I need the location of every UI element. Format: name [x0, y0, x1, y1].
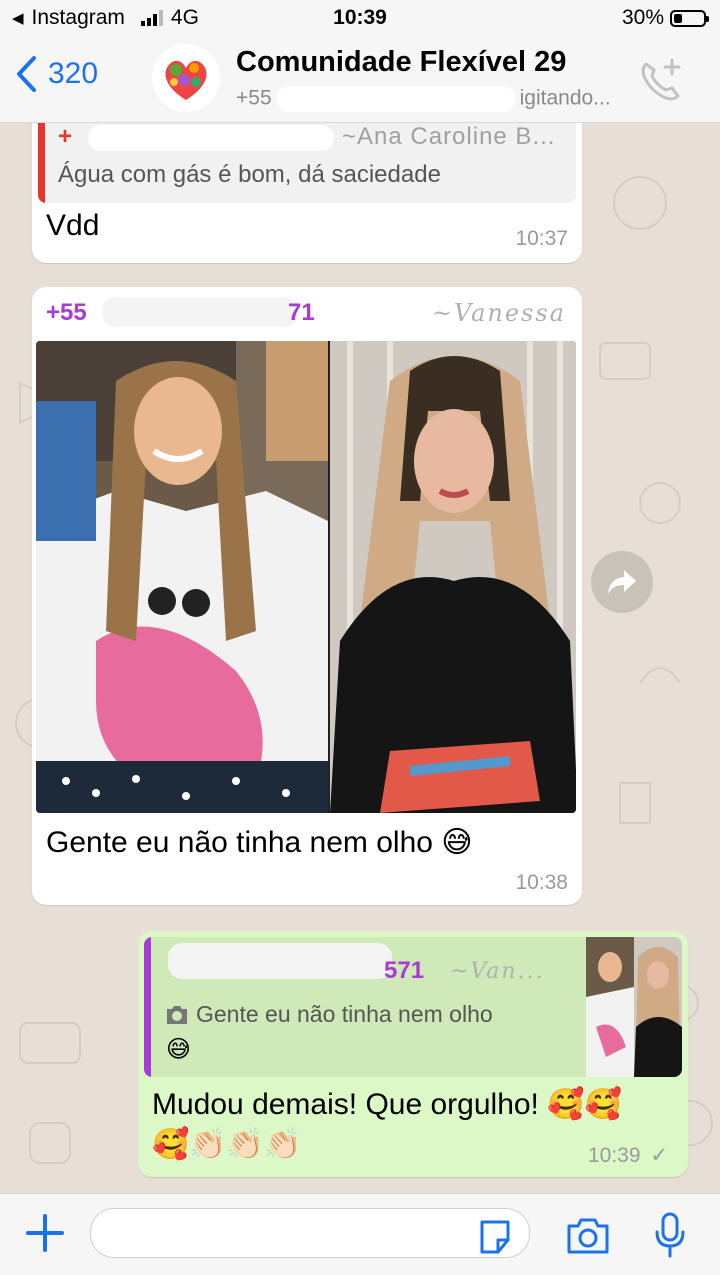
chat-header: 320 Comunidade Flexível 29 +55 igitando..… — [0, 36, 720, 123]
redaction — [88, 125, 334, 151]
after-photo — [330, 341, 576, 813]
back-button[interactable]: 320 — [14, 54, 98, 94]
quoted-sender-name: ~Van... — [450, 959, 545, 984]
message-text-line-1: Mudou demais! Que orgulho! 🥰🥰 — [152, 1088, 622, 1121]
forward-arrow-icon — [608, 570, 636, 594]
status-bar: ◀ Instagram 4G 10:39 30% — [0, 0, 720, 36]
incoming-message-1[interactable]: + ~Ana Caroline B... Água com gás é bom,… — [32, 123, 582, 263]
message-sender: +55 — [46, 299, 87, 326]
photo-collage[interactable] — [36, 341, 576, 813]
sticker-button[interactable] — [476, 1218, 514, 1261]
chevron-left-icon — [17, 56, 36, 92]
quoted-message[interactable]: + ~Ana Caroline B... Água com gás é bom,… — [38, 123, 576, 203]
redaction — [275, 86, 516, 112]
message-input[interactable] — [90, 1208, 530, 1258]
microphone-icon — [655, 1212, 685, 1258]
quoted-text: Gente eu não tinha nem olho — [196, 1001, 493, 1027]
quoted-message[interactable]: 571 ~Van... Gente eu não tinha nem olho … — [144, 937, 682, 1077]
clock: 10:39 — [333, 6, 387, 29]
unread-count: 320 — [48, 57, 99, 90]
message-time: 10:37 — [515, 227, 568, 250]
group-avatar[interactable] — [152, 44, 220, 112]
chat-area[interactable]: + ~Ana Caroline B... Água com gás é bom,… — [0, 123, 720, 1193]
plus-icon — [26, 1214, 64, 1252]
camera-icon — [167, 1005, 187, 1024]
group-title[interactable]: Comunidade Flexível 29 — [236, 46, 566, 79]
message-time: 10:39 ✓ — [587, 1144, 668, 1167]
battery-percent: 30% — [621, 6, 664, 29]
message-time: 10:38 — [515, 871, 568, 894]
before-photo — [36, 341, 328, 813]
message-text: Vdd — [46, 209, 100, 242]
battery-status: 30% — [621, 6, 709, 30]
quoted-sender-suffix: 571 — [384, 957, 425, 984]
incoming-message-2[interactable]: +55 71 ~Vanessa Gente eu não tinha nem o… — [32, 287, 582, 905]
sent-check-icon: ✓ — [650, 1144, 668, 1167]
redaction — [168, 943, 392, 979]
message-text-line-2: 🥰👏🏻👏🏻👏🏻 — [152, 1128, 302, 1161]
outgoing-message[interactable]: 571 ~Van... Gente eu não tinha nem olho … — [138, 931, 688, 1177]
attach-button[interactable] — [24, 1212, 66, 1259]
add-call-button[interactable] — [636, 56, 684, 109]
battery-icon — [670, 9, 709, 27]
camera-button[interactable] — [565, 1216, 611, 1261]
sticker-icon — [480, 1220, 510, 1254]
quoted-emoji: 😅 — [166, 1036, 192, 1063]
redaction — [102, 297, 298, 327]
message-composer — [0, 1193, 720, 1275]
message-sender-name: ~Vanessa — [431, 299, 566, 327]
quoted-text: Água com gás é bom, dá saciedade — [58, 161, 441, 188]
voice-message-button[interactable] — [654, 1212, 686, 1263]
forward-button[interactable] — [591, 551, 653, 613]
quoted-sender: ~Ana Caroline B... — [342, 123, 556, 150]
camera-icon — [567, 1218, 609, 1254]
group-subtitle: +55 igitando... — [236, 86, 611, 112]
photo-caption: Gente eu não tinha nem olho 😅 — [46, 826, 473, 859]
phone-add-icon — [641, 58, 681, 101]
quoted-thumbnail — [586, 937, 682, 1077]
